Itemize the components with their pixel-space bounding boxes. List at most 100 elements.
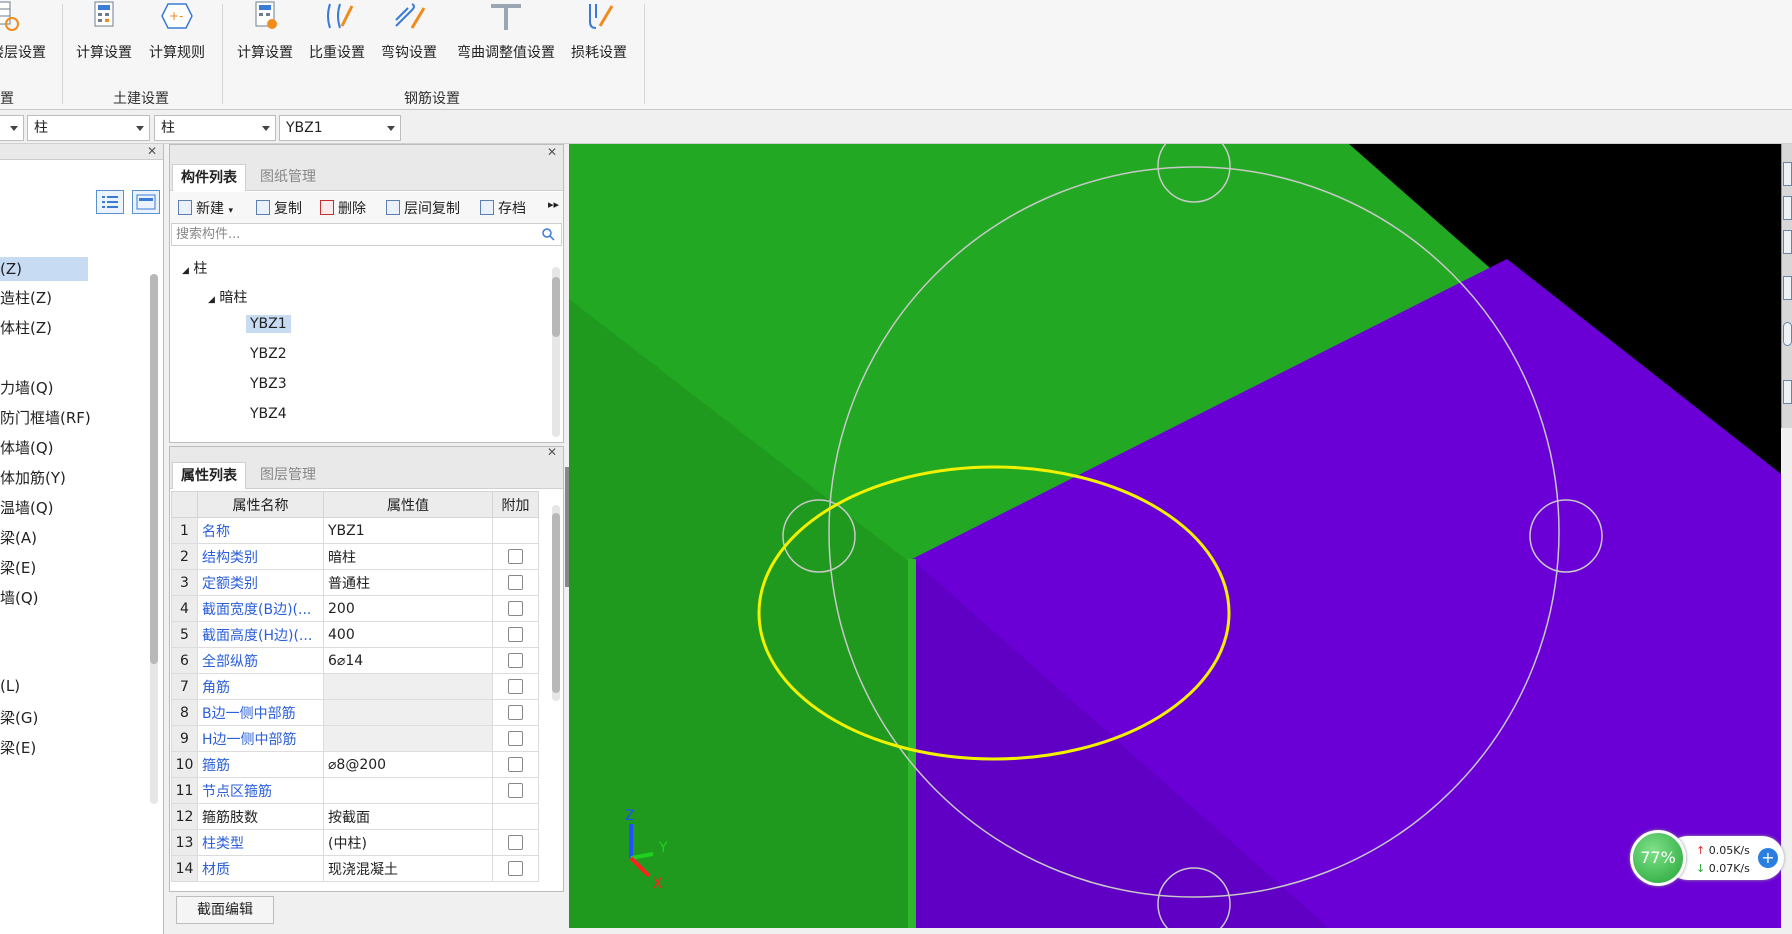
bend-adjust-button[interactable]: 弯曲调整值设置 (450, 0, 562, 62)
tree-scrollbar[interactable] (552, 267, 560, 437)
nav-item-beam-e[interactable]: 梁(E) (0, 557, 36, 578)
property-scrollbar-thumb[interactable] (552, 513, 560, 693)
table-row[interactable]: 9 H边一侧中部筋 (171, 725, 539, 752)
table-row[interactable]: 3 定额类别 普通柱 (171, 569, 539, 596)
table-row[interactable]: 5 截面高度(H边)(... 400 (171, 621, 539, 648)
extra-checkbox[interactable] (508, 835, 523, 850)
extra-checkbox[interactable] (508, 575, 523, 590)
loss-settings-button[interactable]: 损耗设置 (568, 0, 630, 62)
property-value[interactable] (323, 725, 493, 752)
component-subtype-select[interactable]: 柱 (154, 115, 276, 141)
nav-item-shear-wall[interactable]: 力墙(Q) (0, 377, 54, 398)
plus-icon[interactable]: + (1758, 848, 1778, 868)
view-box-icon[interactable] (1783, 196, 1792, 220)
nav-item-insulation-wall[interactable]: 温墙(Q) (0, 497, 54, 518)
hook-settings-button[interactable]: 弯钩设置 (378, 0, 440, 62)
floor-settings-button[interactable]: 楼层设置 (0, 0, 50, 62)
view-side-icon[interactable] (1783, 230, 1792, 254)
property-value[interactable]: 暗柱 (323, 543, 493, 570)
floor-select[interactable] (0, 115, 24, 141)
archive-button[interactable]: 存档 (480, 198, 526, 218)
tab-layer-management[interactable]: 图层管理 (252, 462, 324, 489)
component-name-select[interactable]: YBZ1 (279, 115, 401, 141)
nav-item-column[interactable]: (Z) (0, 257, 88, 281)
nav-scrollbar[interactable] (150, 274, 158, 804)
nav-item-beam-e2[interactable]: 梁(E) (0, 737, 36, 758)
network-monitor-widget[interactable]: ↑ 0.05K/s ↓ 0.07K/s + 77% (1630, 830, 1785, 886)
table-row[interactable]: 10 箍筋 ⌀8@200 (171, 751, 539, 778)
nav-item-constructional-column[interactable]: 造柱(Z) (0, 287, 52, 308)
table-row[interactable]: 11 节点区箍筋 (171, 777, 539, 804)
extra-checkbox[interactable] (508, 653, 523, 668)
calc-settings-button[interactable]: 计算设置 (74, 0, 134, 62)
tab-drawing-management[interactable]: 图纸管理 (252, 164, 324, 191)
nav-item-civil-defense-wall[interactable]: 防门框墙(RF) (0, 407, 91, 428)
property-value[interactable]: 现浇混凝土 (323, 855, 493, 882)
extra-checkbox[interactable] (508, 627, 523, 642)
extra-checkbox[interactable] (508, 679, 523, 694)
calc-rules-button[interactable]: +- 计算规则 (146, 0, 208, 62)
extra-checkbox[interactable] (508, 731, 523, 746)
table-row[interactable]: 14 材质 现浇混凝土 (171, 855, 539, 882)
property-value[interactable]: 200 (323, 595, 493, 622)
property-value[interactable]: (中柱) (323, 829, 493, 856)
3d-viewport[interactable]: Z Y X (569, 144, 1781, 928)
list-view-icon[interactable] (96, 190, 124, 214)
table-row[interactable]: 2 结构类别 暗柱 (171, 543, 539, 570)
delete-button[interactable]: 删除 (320, 198, 366, 218)
nav-item-beam-g[interactable]: 梁(G) (0, 707, 38, 728)
property-value[interactable] (323, 699, 493, 726)
tree-node-column[interactable]: ◢ 柱 (182, 258, 207, 278)
floor-copy-button[interactable]: 层间复制 (386, 198, 460, 218)
layers-icon[interactable] (1783, 380, 1792, 404)
close-icon[interactable]: ✕ (547, 445, 557, 459)
property-value[interactable]: 普通柱 (323, 569, 493, 596)
property-value[interactable]: 按截面 (323, 803, 493, 830)
component-search-input[interactable]: 搜索构件... (171, 223, 562, 246)
tab-component-list[interactable]: 构件列表 (172, 164, 246, 191)
nav-item-masonry-rebar[interactable]: 体加筋(Y) (0, 467, 66, 488)
nav-item-wall-q[interactable]: 墙(Q) (0, 587, 39, 608)
table-row[interactable]: 12 箍筋肢数 按截面 (171, 803, 539, 830)
tree-leaf-ybz1[interactable]: YBZ1 (246, 315, 291, 333)
nav-item-beam-l[interactable]: (L) (0, 677, 20, 695)
tree-node-hidden-column[interactable]: ◢ 暗柱 (208, 287, 247, 307)
close-icon[interactable]: ✕ (547, 145, 557, 159)
property-value[interactable]: ⌀8@200 (323, 751, 493, 778)
tree-leaf-ybz3[interactable]: YBZ3 (250, 376, 287, 392)
table-row[interactable]: 13 柱类型 (中柱) (171, 829, 539, 856)
grid-view-icon[interactable] (132, 190, 160, 214)
section-edit-button[interactable]: 截面编辑 (176, 896, 274, 924)
extra-checkbox[interactable] (508, 601, 523, 616)
extra-checkbox[interactable] (508, 549, 523, 564)
component-type-select[interactable]: 柱 (27, 115, 150, 141)
close-icon[interactable]: ✕ (147, 144, 157, 158)
property-scrollbar[interactable] (552, 505, 560, 701)
copy-button[interactable]: 复制 (256, 198, 302, 218)
tab-property-list[interactable]: 属性列表 (172, 462, 246, 489)
extra-checkbox[interactable] (508, 705, 523, 720)
extra-checkbox[interactable] (508, 861, 523, 876)
specific-gravity-button[interactable]: 比重设置 (306, 0, 368, 62)
nav-item-beam-a[interactable]: 梁(A) (0, 527, 37, 548)
zoom-icon[interactable] (1783, 162, 1792, 186)
property-value[interactable] (323, 777, 493, 804)
rebar-calc-settings-button[interactable]: 计算设置 (234, 0, 296, 62)
table-row[interactable]: 7 角筋 (171, 673, 539, 700)
property-value[interactable] (323, 673, 493, 700)
table-row[interactable]: 6 全部纵筋 6⌀14 (171, 647, 539, 674)
memory-usage-bubble[interactable]: 77% (1630, 830, 1686, 886)
3d-scene[interactable]: Z Y X (569, 144, 1781, 928)
table-row[interactable]: 4 截面宽度(B边)(... 200 (171, 595, 539, 622)
more-tools-icon[interactable]: ▸▸ (548, 198, 559, 211)
table-row[interactable]: 8 B边一侧中部筋 (171, 699, 539, 726)
nav-item-masonry-column[interactable]: 体柱(Z) (0, 317, 52, 338)
table-row[interactable]: 1 名称 YBZ1 (171, 517, 539, 544)
property-value[interactable]: 400 (323, 621, 493, 648)
nav-item-masonry-wall[interactable]: 体墙(Q) (0, 437, 54, 458)
property-value[interactable]: 6⌀14 (323, 647, 493, 674)
nav-scrollbar-thumb[interactable] (150, 274, 158, 664)
extra-checkbox[interactable] (508, 757, 523, 772)
tree-leaf-ybz2[interactable]: YBZ2 (250, 346, 287, 362)
rotate-icon[interactable] (1783, 322, 1792, 346)
